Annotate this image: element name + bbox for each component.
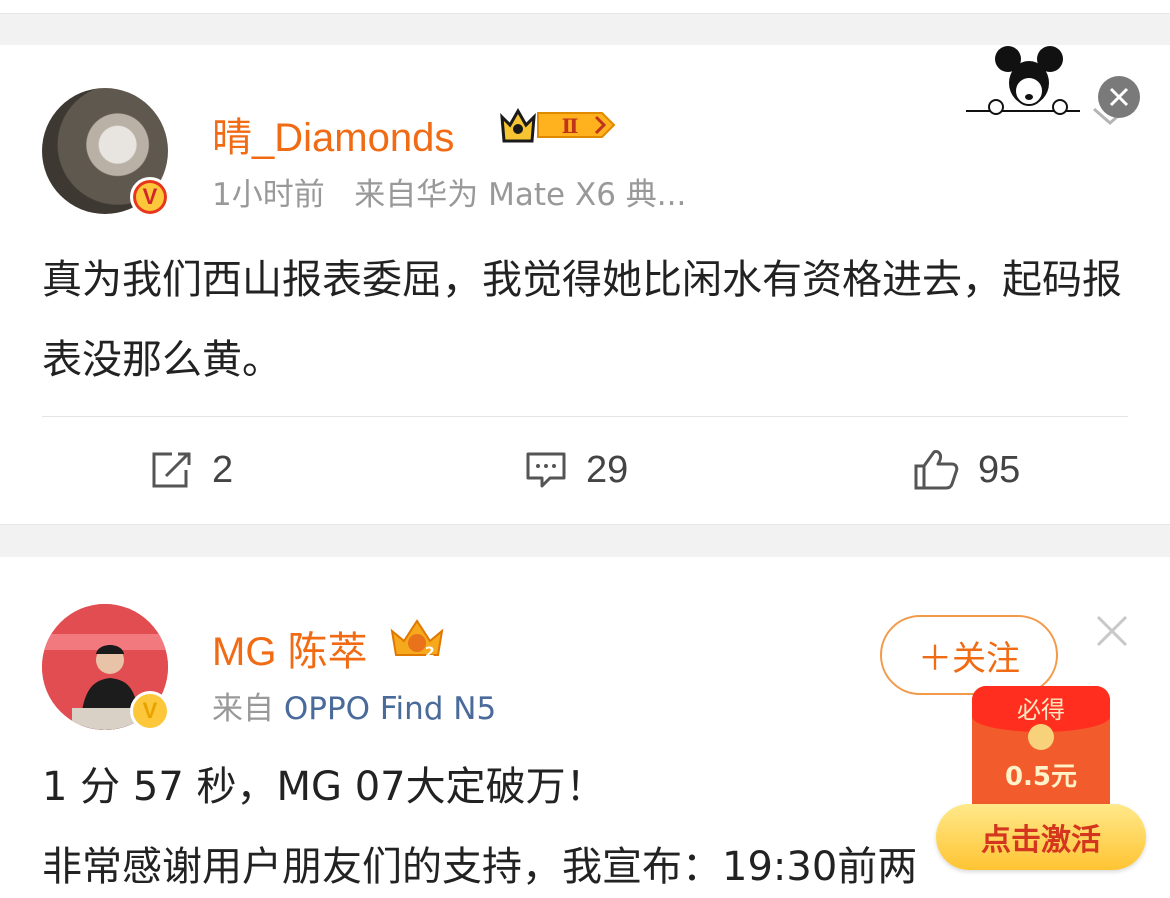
post-source-prefix: 来自 (212, 691, 274, 727)
close-icon (1109, 87, 1129, 107)
like-count: 95 (978, 448, 1021, 491)
like-button[interactable]: 95 (912, 445, 1020, 495)
username[interactable]: 晴_Diamonds (212, 105, 454, 163)
comment-icon (526, 452, 566, 488)
post-meta: 1小时前 来自华为 Mate X6 典... (212, 169, 686, 214)
mickey-sticker-icon (966, 46, 1080, 115)
vip-crown-icon[interactable]: Ⅱ (498, 103, 616, 147)
close-icon[interactable] (1094, 613, 1130, 649)
top-strip (0, 0, 1170, 14)
svg-text:2: 2 (425, 645, 435, 661)
red-packet-widget[interactable]: 必得 0.5元 点击激活 (936, 686, 1148, 876)
repost-icon (152, 452, 191, 488)
coin-icon (1028, 724, 1054, 750)
post-time: 1小时前 (212, 177, 325, 213)
username[interactable]: MG 陈萃 (212, 619, 368, 677)
post-text: 真为我们西山报表委屈，我觉得她比闲水有资格进去，起码报表没那么黄。 (42, 257, 1122, 383)
like-icon (914, 450, 959, 490)
red-packet-amount: 0.5元 (1004, 762, 1078, 792)
post-meta: 来自 OPPO Find N5 (212, 683, 496, 728)
post-source: 来自华为 Mate X6 典... (354, 177, 687, 213)
vip-crown-icon[interactable]: 2 (388, 617, 446, 661)
comment-count: 29 (586, 448, 629, 491)
repost-button[interactable]: 2 (150, 445, 233, 495)
repost-count: 2 (212, 448, 234, 491)
divider (42, 416, 1128, 417)
comment-button[interactable]: 29 (524, 445, 628, 495)
post-source-device[interactable]: OPPO Find N5 (284, 691, 496, 727)
verified-badge-icon: V (130, 691, 170, 731)
verified-badge-icon: V (130, 177, 170, 217)
vip-level: Ⅱ (562, 114, 579, 138)
post-card-1[interactable]: V 晴_Diamonds Ⅱ 1小时前 来自华为 Mate X6 典... 真为… (0, 45, 1170, 525)
follow-button[interactable]: ＋关注 (880, 615, 1058, 695)
red-packet-label: 必得 (1017, 696, 1065, 724)
close-redpacket-button[interactable] (1098, 76, 1140, 118)
activate-button[interactable]: 点击激活 (936, 804, 1146, 870)
